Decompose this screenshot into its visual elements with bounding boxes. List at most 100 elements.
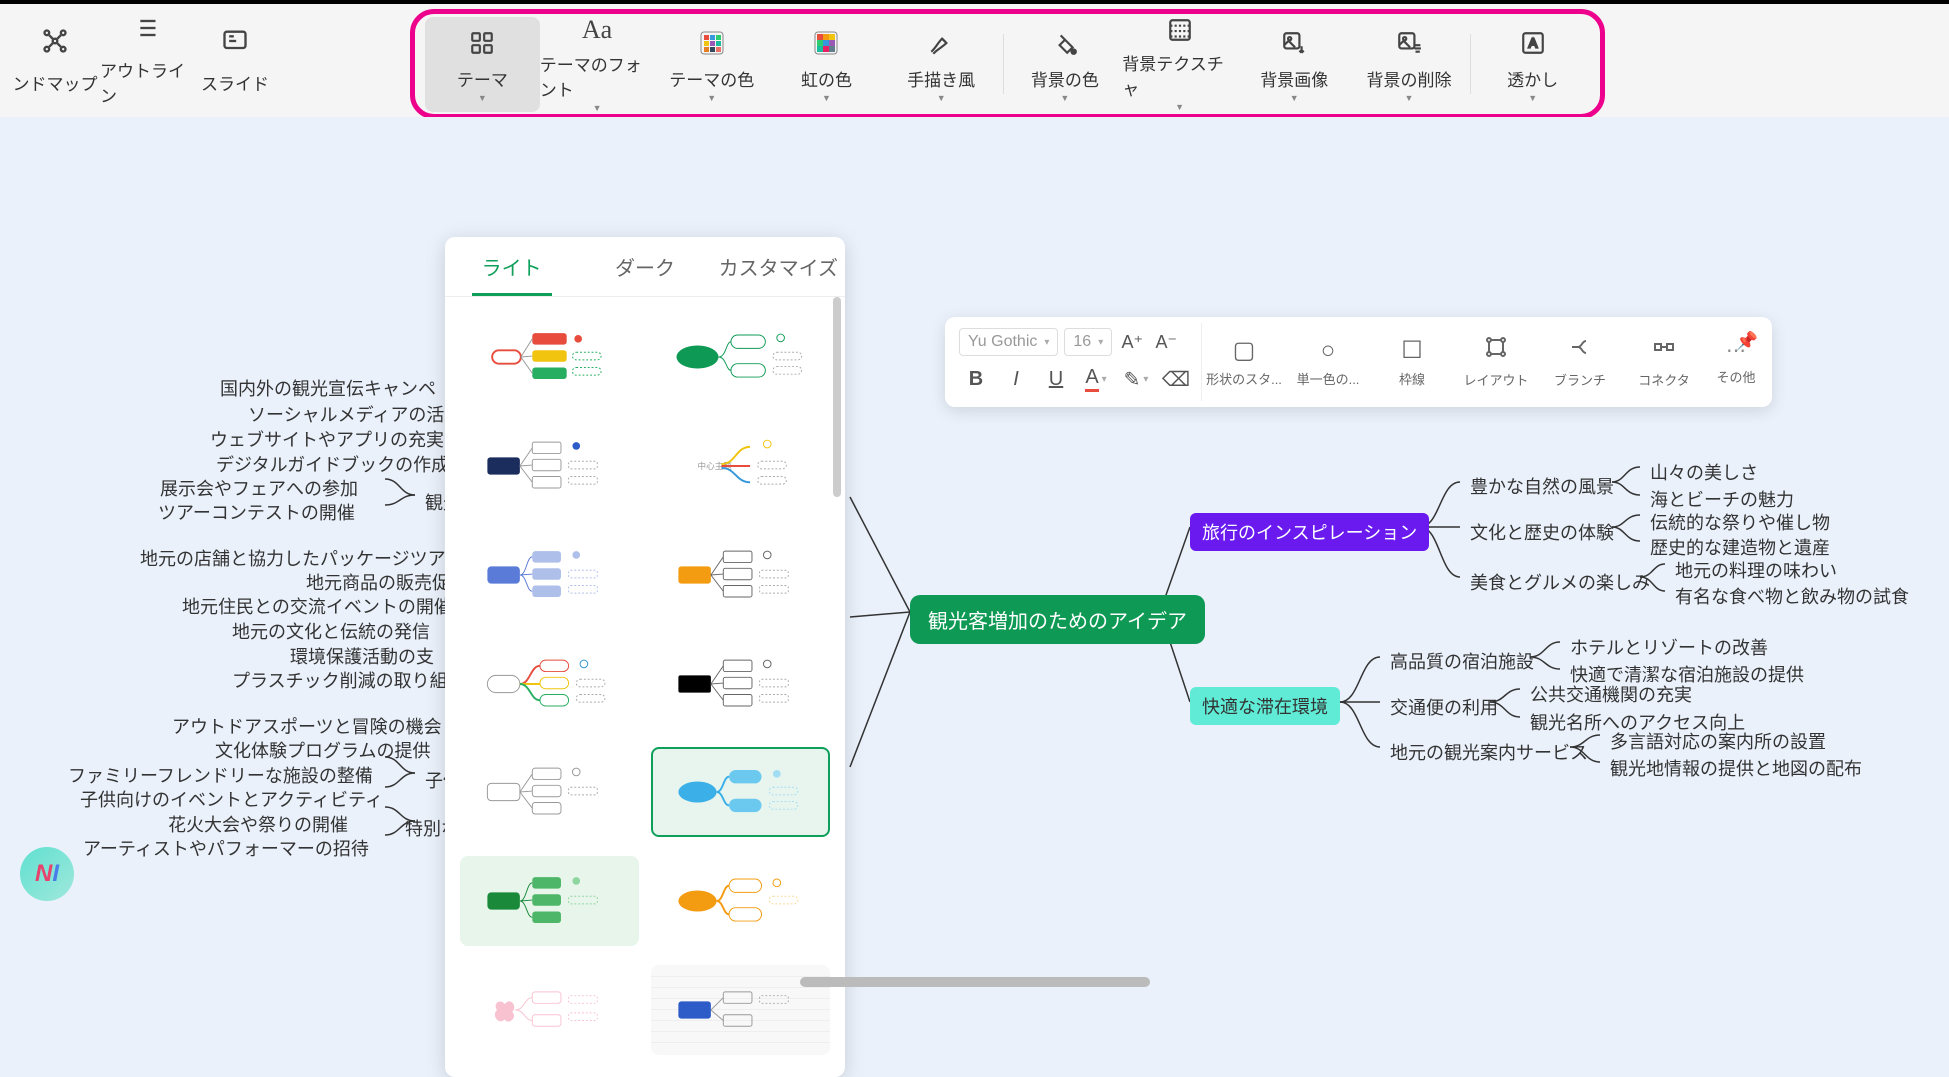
caret-icon: ▼ [1405, 93, 1414, 103]
italic-button[interactable]: I [999, 362, 1033, 396]
mindmap-icon [41, 27, 69, 62]
theme-button[interactable]: テーマ ▼ [425, 17, 540, 112]
theme-tab-light[interactable]: ライト [445, 237, 578, 296]
branch-icon [1568, 335, 1592, 366]
shape-style-group[interactable]: ▢ 形状のスタ... [1202, 323, 1286, 401]
theme-color-icon [699, 26, 725, 60]
theme-font-button[interactable]: Aa テーマのフォント ▼ [540, 17, 655, 112]
caret-icon: ▼ [822, 93, 831, 103]
highlight-button[interactable]: ✎ [1119, 362, 1153, 396]
caret-icon: ▼ [1175, 102, 1184, 112]
branch-group[interactable]: ブランチ [1538, 323, 1622, 401]
theme-thumbnail[interactable] [651, 530, 830, 620]
underline-button[interactable]: U [1039, 362, 1073, 396]
theme-thumbnail[interactable] [460, 856, 639, 946]
rainbow-color-button[interactable]: 虹の色 ▼ [769, 17, 884, 112]
connector-group[interactable]: コネクタ [1622, 323, 1706, 401]
shape-icon: ▢ [1233, 336, 1256, 365]
caret-icon: ▼ [593, 103, 602, 113]
mindmap-view-label: ンドマップ [13, 70, 98, 95]
font-size-select[interactable]: 16 [1064, 328, 1112, 356]
theme-thumbnail[interactable] [651, 312, 830, 402]
mindmap-view-button[interactable]: ンドマップ [10, 21, 100, 101]
theme-thumbnail[interactable] [460, 312, 639, 402]
mindmap-node[interactable]: プラスチック削減の取り組 [222, 663, 458, 697]
mindmap-node[interactable]: 観光地情報の提供と地図の配布 [1600, 751, 1872, 785]
rainbow-icon [813, 26, 839, 60]
theme-thumbnail[interactable] [651, 856, 830, 946]
mindmap-node[interactable]: 交通便の利用 [1380, 690, 1508, 724]
theme-thumbnail[interactable] [460, 747, 639, 837]
outline-group[interactable]: ☐ 枠線 [1370, 323, 1454, 401]
watermark-button[interactable]: A 透かし ▼ [1475, 17, 1590, 112]
bg-texture-button[interactable]: 背景テクスチャ ▼ [1122, 17, 1237, 112]
image-down-icon [1281, 26, 1307, 60]
panel-scrollbar[interactable] [833, 297, 841, 497]
layout-icon [1484, 335, 1508, 366]
app-badge[interactable]: NI [20, 847, 74, 901]
paint-bucket-icon [1052, 26, 1078, 60]
mindmap-node[interactable]: アーティストやパフォーマーの招待 [73, 831, 379, 865]
bg-texture-label: 背景テクスチャ [1122, 50, 1237, 100]
bold-button[interactable]: B [959, 362, 993, 396]
caret-icon: ▼ [478, 93, 487, 103]
theme-color-button[interactable]: テーマの色 ▼ [654, 17, 769, 112]
slide-icon [221, 27, 249, 62]
canvas[interactable]: 観光客増加のためのアイデア 旅行のインスピレーション 快適な滞在環境 豊かな自然… [0, 117, 1949, 991]
caret-icon: ▼ [937, 93, 946, 103]
image-delete-icon [1396, 26, 1422, 60]
circle-icon: ○ [1321, 337, 1336, 365]
mono-color-group[interactable]: ○ 単一色の... [1286, 323, 1370, 401]
theme-font-label: テーマのフォント [540, 51, 655, 101]
mindmap-node[interactable]: 高品質の宿泊施設 [1380, 644, 1544, 678]
theme-color-label: テーマの色 [669, 66, 754, 91]
outline-view-button[interactable]: アウトライン [100, 21, 190, 101]
pen-icon [928, 26, 954, 60]
caret-icon: ▼ [707, 93, 716, 103]
theme-label: テーマ [457, 66, 508, 91]
theme-tab-dark[interactable]: ダーク [578, 237, 711, 296]
increase-font-button[interactable]: A⁺ [1118, 328, 1146, 356]
theme-icon [469, 26, 495, 60]
caret-icon: ▼ [1060, 93, 1069, 103]
format-toolbar: 📌 Yu Gothic 16 A⁺ A⁻ B I U A ✎ ⌫ ▢ 形状のスタ… [945, 317, 1772, 407]
horizontal-scrollbar[interactable] [800, 977, 1150, 987]
view-mode-tools: ンドマップ アウトライン スライド [0, 4, 290, 117]
mindmap-node[interactable]: 旅行のインスピレーション [1190, 513, 1429, 551]
bg-delete-button[interactable]: 背景の削除 ▼ [1352, 17, 1467, 112]
theme-thumbnail[interactable] [651, 639, 830, 729]
font-icon: Aa [582, 15, 612, 45]
theme-thumbnail[interactable]: 中心主题 [651, 421, 830, 511]
theme-dropdown-panel: ライト ダーク カスタマイズ 中心主题 [445, 237, 845, 1077]
theme-thumbnail[interactable] [460, 421, 639, 511]
texture-icon [1167, 17, 1193, 44]
mindmap-center-node[interactable]: 観光客増加のためのアイデア [910, 595, 1205, 644]
handdrawn-button[interactable]: 手描き風 ▼ [884, 17, 999, 112]
mindmap-node[interactable]: 豊かな自然の風景 [1460, 469, 1624, 503]
theme-thumbnail[interactable] [460, 965, 639, 1055]
divider [1003, 34, 1004, 94]
bg-color-label: 背景の色 [1031, 66, 1099, 91]
layout-group[interactable]: レイアウト [1454, 323, 1538, 401]
caret-icon: ▼ [1290, 93, 1299, 103]
mindmap-node[interactable]: 有名な食べ物と飲み物の試食 [1665, 579, 1919, 613]
font-color-button[interactable]: A [1079, 362, 1113, 396]
bg-color-button[interactable]: 背景の色 ▼ [1008, 17, 1123, 112]
theme-tab-custom[interactable]: カスタマイズ [712, 237, 845, 296]
clear-format-button[interactable]: ⌫ [1159, 362, 1193, 396]
theme-thumbnail[interactable] [460, 639, 639, 729]
mindmap-node[interactable]: ツアーコンテストの開催 [148, 495, 365, 529]
slide-view-button[interactable]: スライド [190, 21, 280, 101]
mindmap-node[interactable]: 地元の観光案内サービス [1380, 735, 1598, 769]
caret-icon: ▼ [1528, 93, 1537, 103]
mindmap-node[interactable]: 快適な滞在環境 [1190, 687, 1340, 725]
font-family-select[interactable]: Yu Gothic [959, 328, 1058, 356]
mindmap-node[interactable]: 文化と歴史の体験 [1460, 515, 1624, 549]
bg-image-button[interactable]: 背景画像 ▼ [1237, 17, 1352, 112]
pin-icon[interactable]: 📌 [1736, 331, 1758, 352]
decrease-font-button[interactable]: A⁻ [1152, 328, 1180, 356]
theme-thumbnail-selected[interactable] [651, 747, 830, 837]
theme-thumbnail[interactable] [460, 530, 639, 620]
mindmap-node[interactable]: 美食とグルメの楽しみ [1460, 565, 1660, 599]
theme-grid: 中心主题 [445, 297, 845, 1077]
